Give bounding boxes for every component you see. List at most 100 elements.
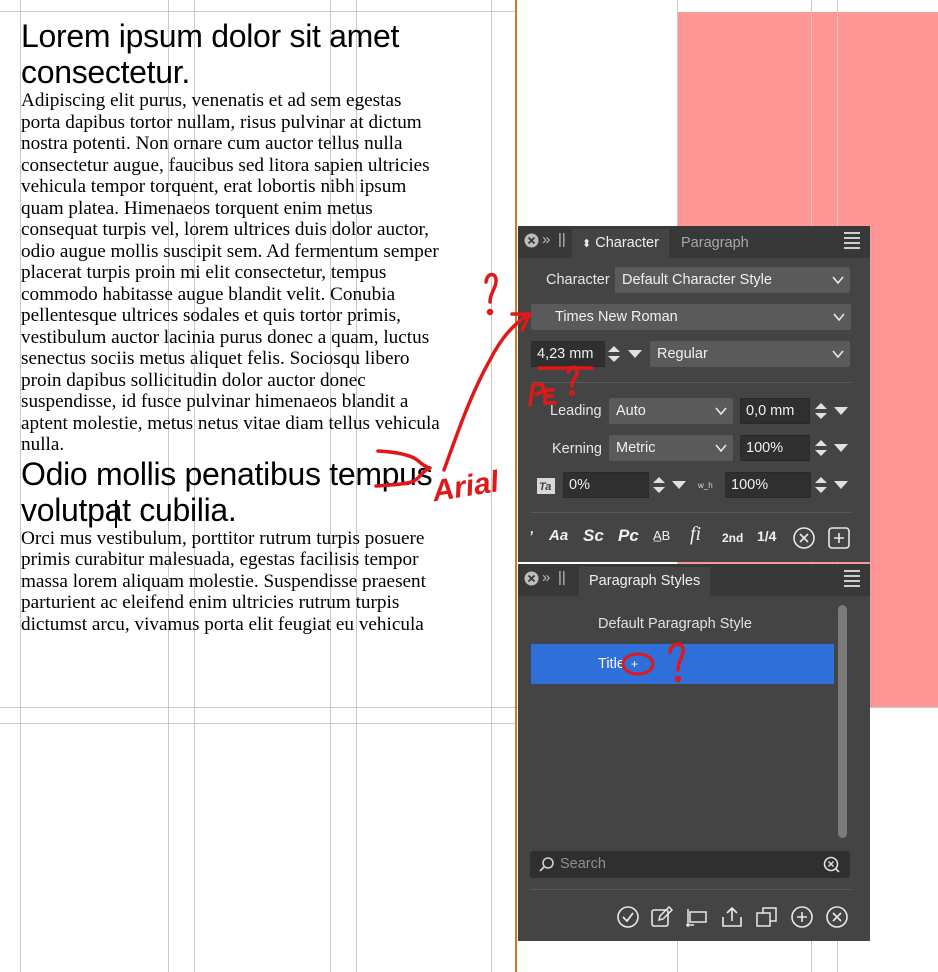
body-line: consequat turpis vel, lorem ultrices dui… [21, 219, 429, 240]
add-style-icon[interactable] [790, 905, 814, 929]
typography-button-apostrophe[interactable]: ʼ [529, 522, 533, 550]
typography-button-ab[interactable]: A̲B [653, 522, 670, 550]
body-line: commodo habitasse augue blandit velit. C… [21, 283, 396, 305]
clear-formatting-icon[interactable] [792, 526, 816, 550]
style-item-label: Default Paragraph Style [598, 616, 752, 632]
chevron-down-icon [832, 276, 844, 285]
body-line: Adipiscing elit purus, venenatis et ad s… [21, 90, 402, 111]
character-tabbar: » || ⬍ Character Paragraph [518, 226, 870, 258]
svg-text:w_h: w_h [698, 481, 713, 490]
body-line: dictumst arcu, vivamus porta elit feugia… [21, 613, 424, 635]
scrollbar[interactable] [838, 605, 847, 838]
tab-label: Character [595, 235, 659, 251]
edit-style-icon[interactable] [650, 905, 674, 929]
bottom-guide-2 [0, 723, 515, 724]
tracking-stepper[interactable] [653, 472, 667, 498]
search-input[interactable]: Search [530, 851, 850, 878]
body-line: aptent molestie, metus netus vitae diam … [21, 412, 440, 434]
scale-menu-icon[interactable] [834, 481, 848, 489]
chevron-down-icon [832, 350, 844, 359]
dropdown-value: Auto [616, 403, 646, 419]
scale-field[interactable]: 100% [725, 472, 811, 498]
i-beam-cursor [115, 500, 117, 528]
close-panel-icon[interactable] [524, 233, 539, 248]
paragraph-2: Orci mus vestibulum, porttitor rutrum tu… [21, 528, 491, 636]
create-style-from-selection-icon[interactable] [685, 905, 709, 929]
kerning-stepper[interactable] [815, 435, 829, 461]
heading-line: volutpat cubilia. [21, 491, 237, 528]
character-style-label: Character [546, 272, 610, 288]
kerning-dropdown[interactable]: Metric [609, 435, 733, 461]
tab-paragraph[interactable]: Paragraph [671, 229, 759, 258]
search-icon [539, 857, 554, 872]
close-panel-icon[interactable] [524, 571, 539, 586]
body-line: parturient ac eleifend enim ultricies ru… [21, 592, 400, 613]
search-placeholder: Search [560, 856, 606, 872]
typography-button-petitecaps[interactable]: Pc [618, 522, 639, 550]
column-guide [491, 0, 492, 972]
body-line: nulla. [21, 434, 65, 455]
character-style-dropdown[interactable]: Default Character Style [615, 267, 850, 293]
tab-paragraph-styles[interactable]: Paragraph Styles [579, 567, 711, 596]
svg-text:Ta: Ta [539, 481, 551, 493]
chevron-down-icon [715, 407, 727, 416]
panel-grip-icon[interactable]: || [558, 231, 566, 248]
panel-separator [531, 889, 851, 890]
kerning-percent-field[interactable]: 100% [740, 435, 810, 461]
typography-button-ordinals[interactable]: 2nd [722, 524, 743, 552]
body-line: odio augue mollis suscipit sem. Ad ferme… [21, 240, 439, 262]
heading-line: Odio mollis penatibus tempus [21, 455, 433, 492]
heading-line: consectetur. [21, 54, 190, 90]
body-line: suspendisse, id fusce pulvinar himenaeos… [21, 391, 409, 412]
panel-separator [531, 512, 851, 513]
font-family-dropdown[interactable]: Times New Roman [531, 304, 851, 330]
kerning-menu-icon[interactable] [834, 444, 848, 452]
apply-style-icon[interactable] [616, 905, 640, 929]
leading-stepper[interactable] [815, 398, 829, 424]
typography-button-ligatures[interactable]: fi [690, 520, 701, 548]
style-item-label: Title [598, 656, 625, 672]
leading-dropdown[interactable]: Auto [609, 398, 733, 424]
font-size-field[interactable]: 4,23 mm [531, 341, 605, 367]
leading-offset-field[interactable]: 0,0 mm [740, 398, 810, 424]
clear-search-icon[interactable] [823, 856, 840, 873]
chevron-down-icon [715, 444, 727, 453]
dropdown-value: Times New Roman [555, 309, 678, 325]
tracking-field[interactable]: 0% [563, 472, 649, 498]
add-icon[interactable] [827, 526, 851, 550]
typography-button-fractions[interactable]: 1/4 [757, 522, 776, 550]
duplicate-style-icon[interactable] [755, 905, 779, 929]
body-line: vehicula tempor torquent, erat lobortis … [21, 176, 407, 197]
character-panel: » || ⬍ Character Paragraph Character Def… [518, 226, 870, 562]
kerning-label: Kerning [552, 441, 602, 457]
delete-style-icon[interactable] [825, 905, 849, 929]
body-line: Orci mus vestibulum, porttitor rutrum tu… [21, 527, 425, 549]
style-item-default[interactable]: Default Paragraph Style [530, 604, 834, 644]
font-style-dropdown[interactable]: Regular [650, 341, 850, 367]
horizontal-scale-icon: w_h [698, 481, 713, 490]
scale-stepper[interactable] [815, 472, 829, 498]
font-size-stepper[interactable] [608, 341, 622, 367]
dropdown-value: Regular [657, 346, 708, 362]
panel-menu-icon[interactable] [844, 570, 860, 587]
tracking-menu-icon[interactable] [672, 481, 686, 489]
font-size-menu-icon[interactable] [628, 350, 642, 358]
style-item-title[interactable]: Title + [531, 644, 834, 684]
panel-menu-icon[interactable] [844, 232, 860, 249]
panel-grip-icon[interactable]: || [558, 569, 566, 586]
typography-button-case[interactable]: Aa [549, 522, 568, 550]
leading-menu-icon[interactable] [834, 407, 848, 415]
heading-line: Lorem ipsum dolor sit amet [21, 18, 400, 54]
body-line: porta dapibus tortor nullam, risus pulvi… [21, 111, 422, 133]
top-guide [0, 11, 515, 12]
export-style-icon[interactable] [720, 905, 744, 929]
text-frame[interactable]: Lorem ipsum dolor sit amet consectetur. … [21, 18, 491, 635]
collapse-panel-icon[interactable]: » [542, 569, 550, 586]
paragraph-styles-tabbar: » || Paragraph Styles [518, 564, 870, 596]
body-line: senectus sociis metus aliquet felis. Soc… [21, 348, 410, 369]
typography-button-smallcaps[interactable]: Sc [583, 522, 604, 550]
collapse-panel-icon[interactable]: » [542, 231, 550, 248]
tab-character[interactable]: ⬍ Character [572, 229, 669, 258]
body-line: placerat turpis proin mi elit consectetu… [21, 262, 387, 283]
leading-label: Leading [550, 403, 602, 419]
